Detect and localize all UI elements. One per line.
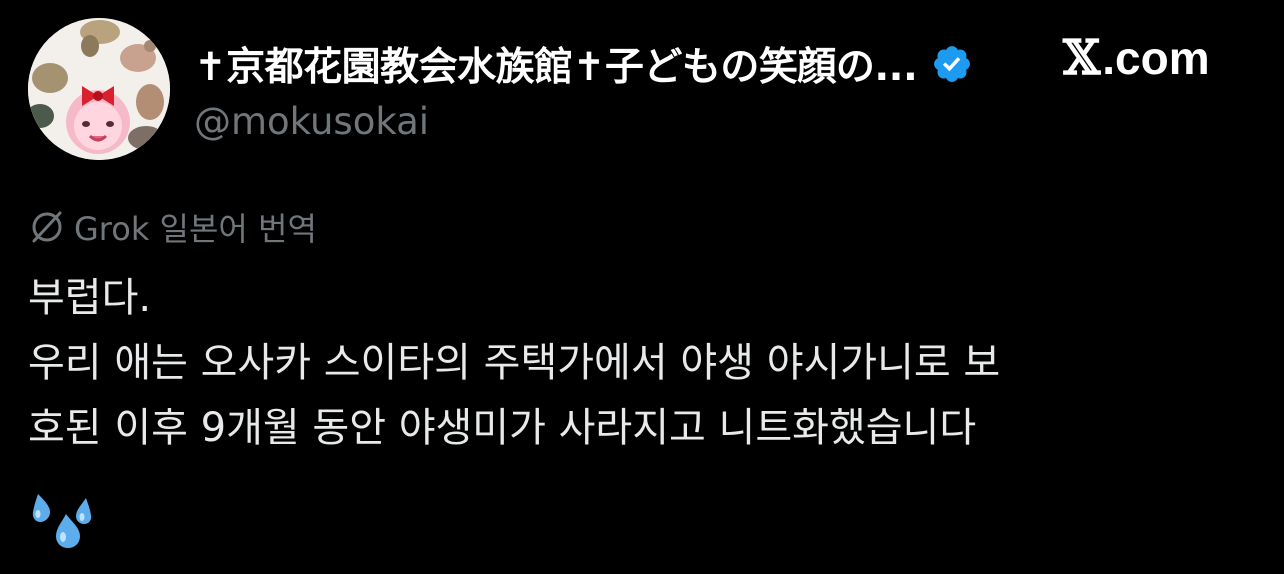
author-display-name[interactable]: ✝京都花園教会水族館✝子どもの笑顔の... bbox=[194, 36, 918, 92]
post-body: 부럽다. 우리 애는 오사카 스이타의 주택가에서 야생 야시가니로 보 호된 … bbox=[28, 266, 1258, 461]
brand-logo: 𝕏 .com bbox=[1063, 34, 1210, 82]
post-text-line: 호된 이후 9개월 동안 야생미가 사라지고 니트화했습니다 bbox=[28, 405, 977, 451]
avatar[interactable] bbox=[28, 18, 170, 160]
verified-badge-icon bbox=[931, 43, 973, 85]
x-logo-icon: 𝕏 bbox=[1063, 30, 1101, 86]
brand-domain: .com bbox=[1102, 32, 1210, 84]
translation-label[interactable]: Grok 일본어 번역 bbox=[28, 204, 317, 250]
post-text-line: 부럽다. bbox=[28, 275, 152, 321]
grok-icon bbox=[28, 208, 66, 246]
author-handle[interactable]: @mokusokai bbox=[194, 100, 429, 143]
avatar-image bbox=[28, 18, 170, 160]
sweat-droplets-emoji-icon bbox=[30, 490, 92, 550]
author-name-row: ✝京都花園教会水族館✝子どもの笑顔の... bbox=[194, 36, 973, 92]
translation-label-text: Grok 일본어 번역 bbox=[74, 210, 317, 248]
post-text-line: 우리 애는 오사카 스이타의 주택가에서 야생 야시가니로 보 bbox=[28, 340, 1001, 386]
